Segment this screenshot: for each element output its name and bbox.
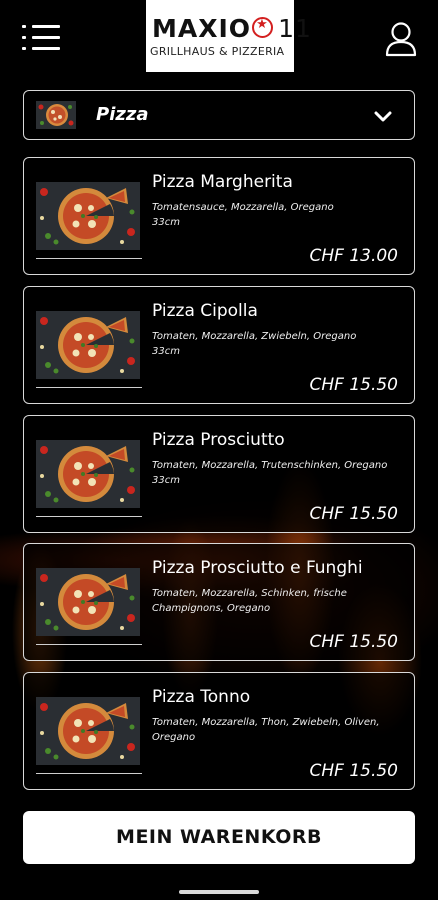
product-description: Tomaten, Mozzarella, Schinken, frische C… [152,588,347,614]
logo-star-icon [252,17,274,38]
product-price: CHF 15.50 [309,504,398,524]
product-card[interactable]: Pizza Tonno Tomaten, Mozzarella, Thon, Z… [23,672,415,790]
pizza-image [36,568,140,636]
cart-button[interactable]: MEIN WARENKORB [23,811,415,864]
image-underline [36,644,142,645]
chevron-down-icon[interactable] [374,108,392,122]
home-indicator[interactable] [179,890,259,894]
product-price: CHF 15.50 [309,375,398,395]
category-thumbnail-image [36,101,76,129]
product-price: CHF 15.50 [309,632,398,652]
image-underline [36,258,142,259]
header: MAXIO11 GRILLHAUS & PIZZERIA [0,0,438,80]
image-underline [36,516,142,517]
product-description: Tomaten, Mozzarella, Thon, Zwiebeln, Oli… [152,717,380,743]
product-card[interactable]: Pizza Prosciutto e Funghi Tomaten, Mozza… [23,543,415,661]
app-screen: MAXIO11 GRILLHAUS & PIZZERIA Pizza [0,0,438,900]
category-label: Pizza [96,104,149,125]
brand-logo: MAXIO11 GRILLHAUS & PIZZERIA [146,0,311,72]
product-description: Tomaten, Mozzarella, Trutenschinken, Ore… [152,460,388,486]
logo-name: MAXIO11 [152,14,311,43]
product-description: Tomatensauce, Mozzarella, Oregano 33cm [152,202,334,228]
pizza-image [36,440,140,508]
product-name: Pizza Cipolla [152,301,258,321]
product-name: Pizza Prosciutto e Funghi [152,558,363,578]
image-underline [36,773,142,774]
logo-subtitle: GRILLHAUS & PIZZERIA [150,45,285,58]
category-dropdown[interactable]: Pizza [23,90,415,140]
product-card[interactable]: Pizza Margherita Tomatensauce, Mozzarell… [23,157,415,275]
product-card[interactable]: Pizza Prosciutto Tomaten, Mozzarella, Tr… [23,415,415,533]
product-name: Pizza Prosciutto [152,430,285,450]
hamburger-menu-icon[interactable] [22,23,62,53]
pizza-image [36,182,140,250]
product-name: Pizza Tonno [152,687,251,707]
product-card[interactable]: Pizza Cipolla Tomaten, Mozzarella, Zwieb… [23,286,415,404]
image-underline [36,387,142,388]
product-name: Pizza Margherita [152,172,293,192]
user-icon[interactable] [384,21,418,57]
pizza-image [36,697,140,765]
product-description: Tomaten, Mozzarella, Zwiebeln, Oregano 33… [152,331,357,357]
product-price: CHF 13.00 [309,246,398,266]
pizza-image [36,311,140,379]
product-price: CHF 15.50 [309,761,398,781]
